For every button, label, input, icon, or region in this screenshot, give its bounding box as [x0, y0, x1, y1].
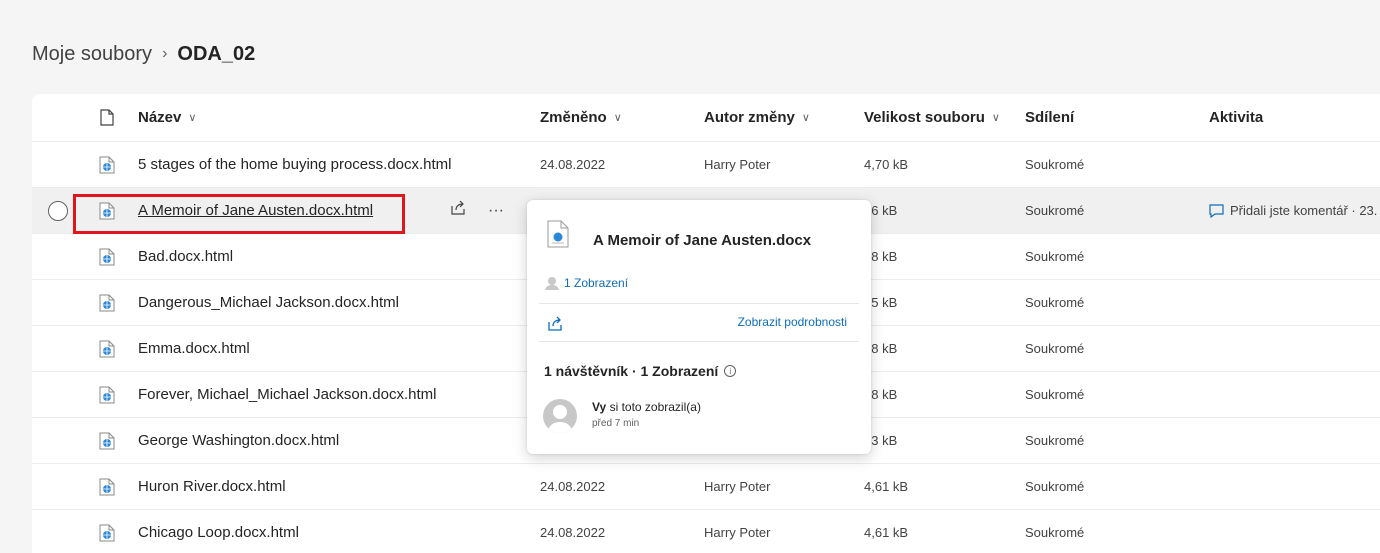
column-size[interactable]: Velikost souboru ∨: [864, 94, 1000, 141]
column-author-label: Autor změny: [704, 109, 795, 126]
file-name[interactable]: Forever, Michael_Michael Jackson.docx.ht…: [138, 372, 436, 417]
file-hover-card: A Memoir of Jane Austen.docx 1 Zobrazení…: [527, 200, 871, 454]
show-details-link[interactable]: Zobrazit podrobnosti: [738, 315, 847, 329]
avatar: [543, 399, 577, 433]
word-html-file-icon: [97, 418, 117, 463]
file-sharing: Soukromé: [1025, 525, 1085, 540]
viewer-time: před 7 min: [592, 418, 640, 429]
word-html-file-icon: [97, 326, 117, 371]
column-modified-label: Změněno: [540, 109, 607, 126]
column-activity[interactable]: Aktivita: [1209, 94, 1263, 141]
file-sharing: Soukromé: [1025, 387, 1085, 402]
file-type-header-icon[interactable]: [97, 94, 117, 141]
file-sharing: Soukromé: [1025, 249, 1085, 264]
viewer-text: si toto zobrazil(a): [606, 400, 701, 414]
file-modified: 24.08.2022: [540, 479, 606, 494]
file-sharing: Soukromé: [1025, 341, 1085, 356]
column-name[interactable]: Název ∨: [138, 94, 196, 141]
column-author[interactable]: Autor změny ∨: [704, 94, 810, 141]
views-link[interactable]: 1 Zobrazení: [544, 276, 628, 290]
file-author: Harry Poter: [704, 157, 771, 172]
file-name[interactable]: Dangerous_Michael Jackson.docx.html: [138, 280, 399, 325]
file-name[interactable]: Huron River.docx.html: [138, 464, 286, 509]
column-sharing[interactable]: Sdílení: [1025, 94, 1074, 141]
more-options-button[interactable]: ···: [488, 202, 504, 220]
file-author: Harry Poter: [704, 479, 771, 494]
file-name[interactable]: Emma.docx.html: [138, 326, 250, 371]
file-author: Harry Poter: [704, 525, 771, 540]
column-modified[interactable]: Změněno ∨: [540, 94, 622, 141]
column-activity-label: Aktivita: [1209, 109, 1264, 126]
column-name-label: Název: [138, 109, 182, 126]
divider: [539, 303, 859, 304]
info-icon[interactable]: i: [724, 365, 737, 377]
share-icon[interactable]: [450, 200, 466, 221]
file-size: 4,61 kB: [864, 479, 909, 494]
file-sharing: Soukromé: [1025, 479, 1085, 494]
viewer-line: Vy si toto zobrazil(a): [592, 400, 701, 414]
visitor-stats-text: 1 návštěvník · 1 Zobrazení: [544, 363, 719, 379]
file-row[interactable]: 5 stages of the home buying process.docx…: [32, 142, 1380, 188]
row-actions: ···: [450, 188, 504, 233]
file-size: 4,70 kB: [864, 157, 909, 172]
file-row[interactable]: Huron River.docx.html 24.08.2022 Harry P…: [32, 464, 1380, 510]
word-html-file-icon: [97, 464, 117, 509]
share-icon[interactable]: [547, 316, 563, 337]
comment-icon: [1209, 203, 1224, 218]
chevron-down-icon: ∨: [188, 112, 197, 124]
word-html-file-icon: [97, 234, 117, 279]
file-name[interactable]: George Washington.docx.html: [138, 418, 339, 463]
column-size-label: Velikost souboru: [864, 109, 985, 126]
breadcrumb-root[interactable]: Moje soubory: [32, 43, 152, 66]
chevron-down-icon: ∨: [801, 112, 810, 124]
document-icon: [547, 220, 569, 253]
file-name[interactable]: Chicago Loop.docx.html: [138, 510, 299, 553]
file-sharing: Soukromé: [1025, 203, 1085, 218]
word-html-file-icon: [97, 510, 117, 553]
highlight-box: [73, 194, 405, 234]
breadcrumb: Moje soubory › ODA_02: [32, 40, 255, 68]
file-sharing: Soukromé: [1025, 433, 1085, 448]
file-activity[interactable]: Přidali jste komentář · 23. 3: [1209, 188, 1380, 233]
file-size: 4,61 kB: [864, 525, 909, 540]
views-link-label: 1 Zobrazení: [564, 276, 629, 290]
breadcrumb-separator: ›: [162, 45, 168, 62]
breadcrumb-current: ODA_02: [177, 42, 256, 65]
file-sharing: Soukromé: [1025, 157, 1085, 172]
file-row[interactable]: Chicago Loop.docx.html 24.08.2022 Harry …: [32, 510, 1380, 553]
viewer-name: Vy: [592, 400, 607, 414]
word-html-file-icon: [97, 372, 117, 417]
person-icon: [545, 277, 559, 290]
column-sharing-label: Sdílení: [1025, 109, 1075, 126]
chevron-down-icon: ∨: [613, 112, 622, 124]
visitor-stats: 1 návštěvník · 1 Zobrazení i: [544, 363, 737, 379]
file-list-header: Název ∨ Změněno ∨ Autor změny ∨ Velikost so…: [32, 94, 1380, 142]
divider: [539, 341, 859, 342]
word-html-file-icon: [97, 280, 117, 325]
activity-text: Přidali jste komentář · 23. 3: [1230, 203, 1380, 218]
file-name[interactable]: Bad.docx.html: [138, 234, 233, 279]
file-sharing: Soukromé: [1025, 295, 1085, 310]
file-modified: 24.08.2022: [540, 525, 606, 540]
file-modified: 24.08.2022: [540, 157, 606, 172]
hover-card-title[interactable]: A Memoir of Jane Austen.docx: [593, 232, 811, 249]
row-select-radio[interactable]: [48, 201, 68, 221]
file-name[interactable]: 5 stages of the home buying process.docx…: [138, 142, 452, 187]
word-html-file-icon: [97, 142, 117, 187]
chevron-down-icon: ∨: [991, 112, 1000, 124]
